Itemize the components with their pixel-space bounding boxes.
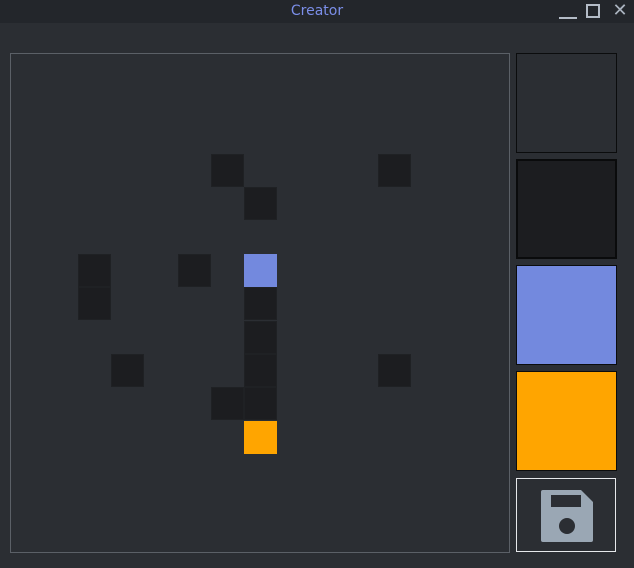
close-icon[interactable]: ✕ — [611, 2, 629, 21]
maximize-icon[interactable] — [585, 3, 603, 21]
palette-start-tile[interactable] — [516, 265, 617, 365]
wall-tile[interactable] — [211, 154, 244, 187]
wall-tile[interactable] — [244, 354, 277, 387]
wall-tile[interactable] — [244, 321, 277, 354]
wall-tile[interactable] — [244, 287, 277, 320]
window-controls: ✕ — [559, 2, 629, 21]
minimize-icon[interactable] — [559, 3, 577, 21]
grid[interactable] — [11, 54, 511, 554]
wall-tile[interactable] — [378, 354, 411, 387]
wall-tile[interactable] — [211, 387, 244, 420]
wall-tile[interactable] — [78, 254, 111, 287]
wall-tile[interactable] — [244, 187, 277, 220]
start-tile[interactable] — [244, 254, 277, 287]
wall-tile[interactable] — [378, 154, 411, 187]
wall-tile[interactable] — [111, 354, 144, 387]
wall-tile[interactable] — [78, 287, 111, 320]
goal-tile[interactable] — [244, 421, 277, 454]
floppy-disk-icon — [541, 490, 593, 542]
palette-goal-tile[interactable] — [516, 371, 617, 471]
title-bar: Creator ✕ — [0, 0, 634, 23]
level-canvas[interactable] — [10, 53, 510, 553]
palette-wall-tile[interactable] — [516, 159, 617, 259]
palette-empty-tile[interactable] — [516, 53, 617, 153]
wall-tile[interactable] — [244, 387, 277, 420]
save-button[interactable] — [516, 478, 616, 552]
window-title: Creator — [290, 3, 344, 19]
wall-tile[interactable] — [178, 254, 211, 287]
